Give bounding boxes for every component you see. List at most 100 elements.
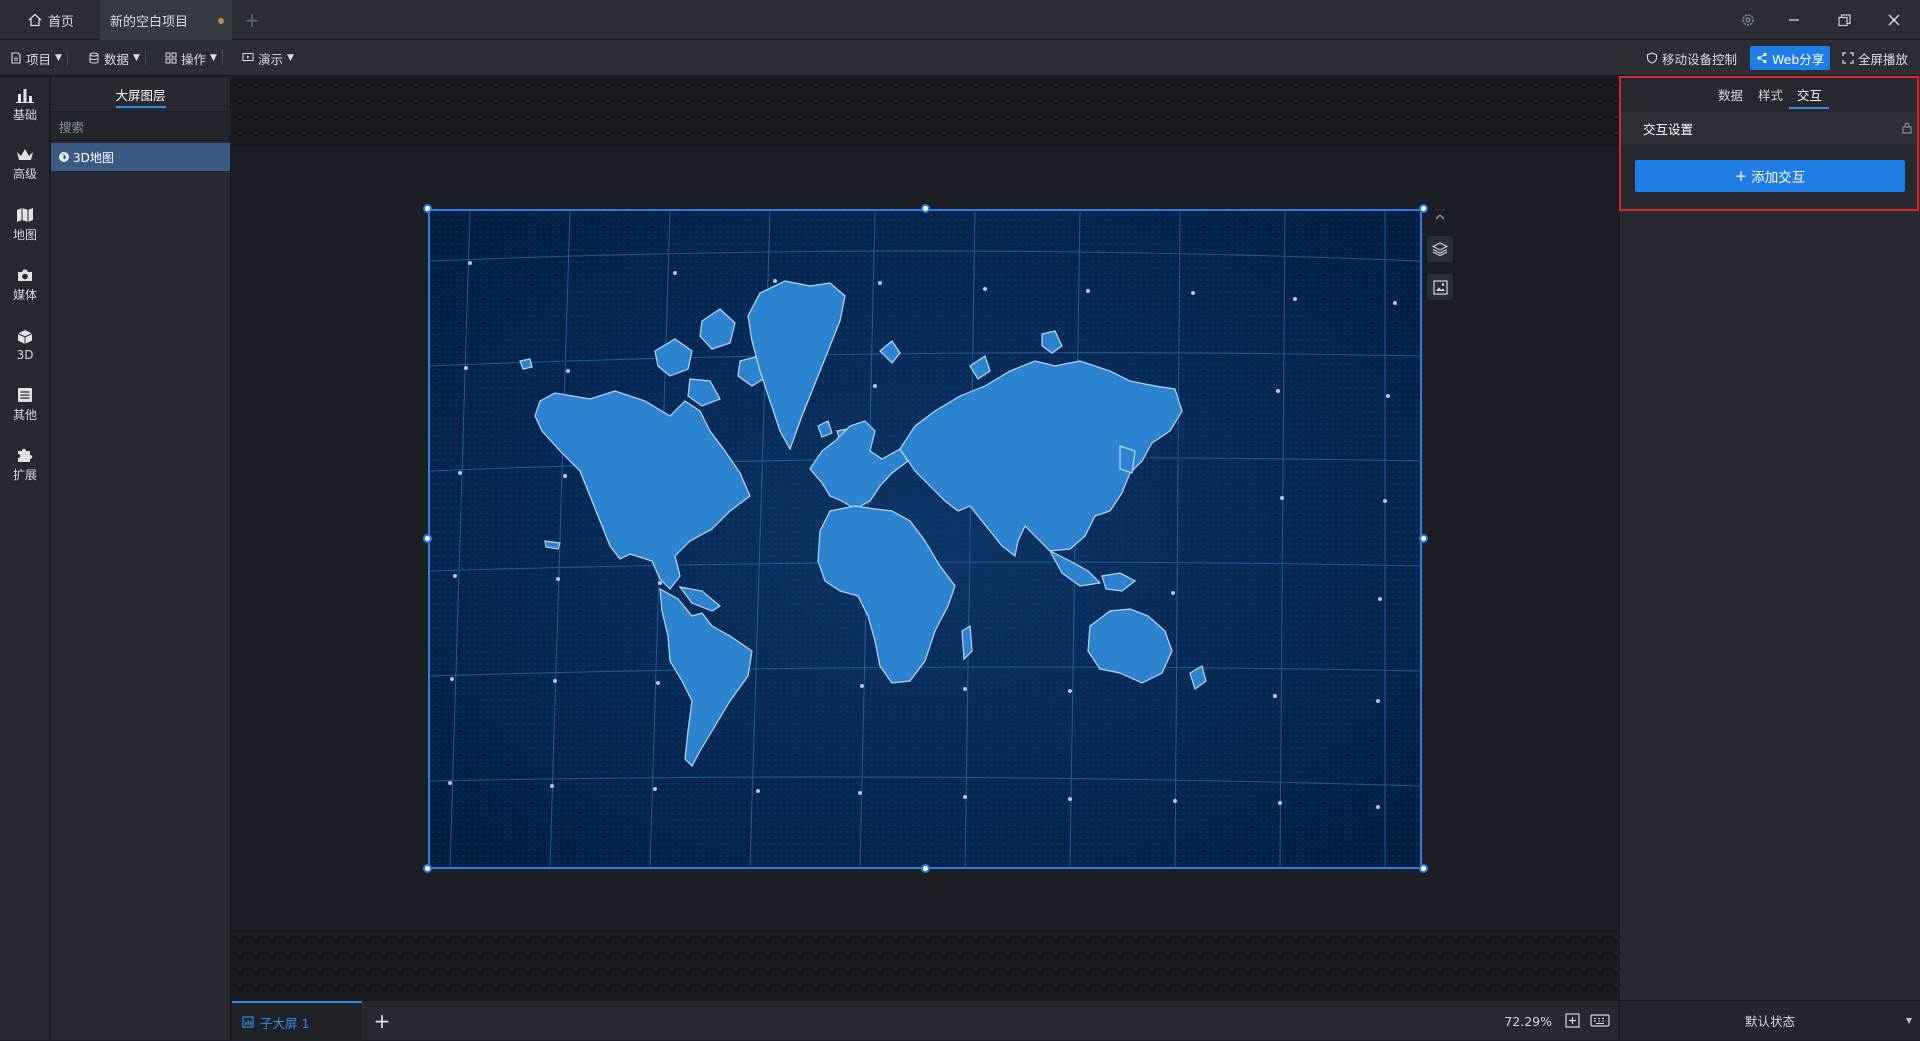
world-map-graphic <box>430 211 1420 867</box>
category-extension[interactable]: 扩展 <box>0 437 50 493</box>
chevron-up-icon <box>1435 214 1445 220</box>
tab-home[interactable]: 首页 <box>28 0 100 40</box>
tab-data[interactable]: 数据 <box>1718 77 1743 112</box>
tab-project-label: 新的空白项目 <box>110 14 189 30</box>
layers-tool-button[interactable] <box>1427 236 1453 262</box>
interaction-settings-title: 交互设置 <box>1643 121 1694 137</box>
web-share-button[interactable]: Web分享 <box>1750 46 1831 70</box>
canvas-area[interactable] <box>232 77 1618 1000</box>
state-selector[interactable]: 默认状态 ▼ <box>1620 1000 1920 1040</box>
category-other-label: 其他 <box>12 408 37 422</box>
component-category-bar: 基础 高级 地图 媒体 3D 其他 扩展 <box>0 77 50 1040</box>
active-tab-underline <box>1789 107 1829 109</box>
list-icon <box>18 388 32 402</box>
fit-screen-icon <box>1565 1013 1580 1028</box>
fit-screen-button[interactable] <box>1565 1013 1580 1032</box>
shield-icon <box>1646 52 1658 64</box>
menu-divider <box>144 50 146 66</box>
canvas-dot-grid-bottom <box>232 929 1618 1000</box>
menu-project-label: 项目 <box>26 51 52 67</box>
fullscreen-play-button[interactable]: 全屏播放 <box>1836 46 1914 70</box>
resize-handle[interactable] <box>921 204 930 213</box>
add-interaction-label: 添加交互 <box>1751 170 1806 186</box>
crown-icon <box>17 149 33 160</box>
category-media[interactable]: 媒体 <box>0 257 50 313</box>
properties-panel: 数据 样式 交互 交互设置 + 添加交互 默认状态 ▼ <box>1619 77 1920 1040</box>
zoom-level[interactable]: 72.29% <box>1504 1001 1552 1041</box>
title-bar: 首页 新的空白项目 + <box>0 0 1920 40</box>
close-button[interactable] <box>1872 0 1916 40</box>
web-share-label: Web分享 <box>1772 51 1825 67</box>
category-advanced[interactable]: 高级 <box>0 137 50 193</box>
category-media-label: 媒体 <box>12 288 37 302</box>
active-tab-underline <box>116 106 166 108</box>
interaction-settings-header: 交互设置 <box>1620 112 1920 144</box>
add-screen-button[interactable]: + <box>368 1001 396 1041</box>
category-3d[interactable]: 3D <box>0 317 50 373</box>
layer-search-input[interactable]: 搜索 <box>51 111 230 141</box>
category-map-label: 地图 <box>12 228 37 242</box>
resize-handle[interactable] <box>921 864 930 873</box>
add-tab-button[interactable]: + <box>240 0 264 40</box>
menu-divider <box>66 50 68 66</box>
minimize-button[interactable] <box>1772 0 1816 40</box>
fullscreen-icon <box>1842 52 1854 64</box>
fullscreen-play-label: 全屏播放 <box>1858 51 1909 67</box>
chevron-down-icon: ▼ <box>210 53 217 63</box>
tab-project[interactable]: 新的空白项目 <box>100 0 232 40</box>
menu-operation[interactable]: 操作 ▼ <box>165 40 223 76</box>
menu-demo[interactable]: 演示 ▼ <box>242 40 294 76</box>
plus-icon: + <box>1734 167 1748 185</box>
lock-icon[interactable] <box>1902 122 1912 134</box>
presentation-icon <box>242 53 254 61</box>
unsaved-dot <box>218 18 224 24</box>
caret-down-icon: ▼ <box>1905 1016 1912 1025</box>
layer-panel-title[interactable]: 大屏图层 <box>51 77 230 111</box>
properties-tabs: 数据 样式 交互 <box>1620 77 1920 112</box>
home-icon <box>28 13 42 27</box>
category-extension-label: 扩展 <box>12 468 37 482</box>
category-advanced-label: 高级 <box>12 167 37 181</box>
file-icon <box>11 52 21 64</box>
world-map-3d[interactable] <box>428 209 1422 869</box>
menu-divider <box>221 50 223 66</box>
settings-button[interactable] <box>1726 0 1770 40</box>
globe-icon <box>59 152 69 162</box>
menu-data[interactable]: 数据 ▼ <box>88 40 146 76</box>
keyboard-icon <box>1590 1014 1610 1027</box>
gear-icon <box>1742 14 1754 26</box>
restore-button[interactable] <box>1822 0 1866 40</box>
menu-data-label: 数据 <box>104 51 130 67</box>
cube-icon <box>17 329 33 344</box>
screen-tab-label: 子大屏 1 <box>260 1015 310 1031</box>
layer-item[interactable]: 3D地图 <box>51 143 230 171</box>
collapse-tools-button[interactable] <box>1427 204 1453 230</box>
add-interaction-button[interactable]: + 添加交互 <box>1635 160 1905 192</box>
state-label: 默认状态 <box>1744 1014 1795 1029</box>
screen-tab[interactable]: 子大屏 1 <box>232 1001 362 1041</box>
resize-handle[interactable] <box>1419 864 1428 873</box>
resize-handle[interactable] <box>423 204 432 213</box>
category-basic[interactable]: 基础 <box>0 77 50 133</box>
bottom-bar: 子大屏 1 + 72.29% <box>232 1000 1618 1041</box>
resize-handle[interactable] <box>423 864 432 873</box>
close-icon <box>1888 14 1900 26</box>
minimize-icon <box>1789 19 1799 21</box>
image-tool-button[interactable] <box>1427 274 1453 300</box>
category-map[interactable]: 地图 <box>0 197 50 253</box>
menu-project[interactable]: 项目 ▼ <box>10 40 68 76</box>
chevron-down-icon: ▼ <box>55 53 62 63</box>
camera-icon <box>18 269 32 281</box>
bar-chart-icon <box>16 89 34 103</box>
tab-style[interactable]: 样式 <box>1758 77 1783 112</box>
resize-handle[interactable] <box>423 534 432 543</box>
mobile-control-label: 移动设备控制 <box>1662 51 1738 67</box>
chevron-down-icon: ▼ <box>287 53 294 63</box>
mobile-control-button[interactable]: 移动设备控制 <box>1640 46 1743 70</box>
layer-item-label: 3D地图 <box>73 150 114 165</box>
category-other[interactable]: 其他 <box>0 377 50 433</box>
resize-handle[interactable] <box>1419 534 1428 543</box>
layers-icon <box>1432 242 1448 257</box>
grid-icon <box>165 52 177 64</box>
keyboard-shortcuts-button[interactable] <box>1590 1013 1610 1032</box>
